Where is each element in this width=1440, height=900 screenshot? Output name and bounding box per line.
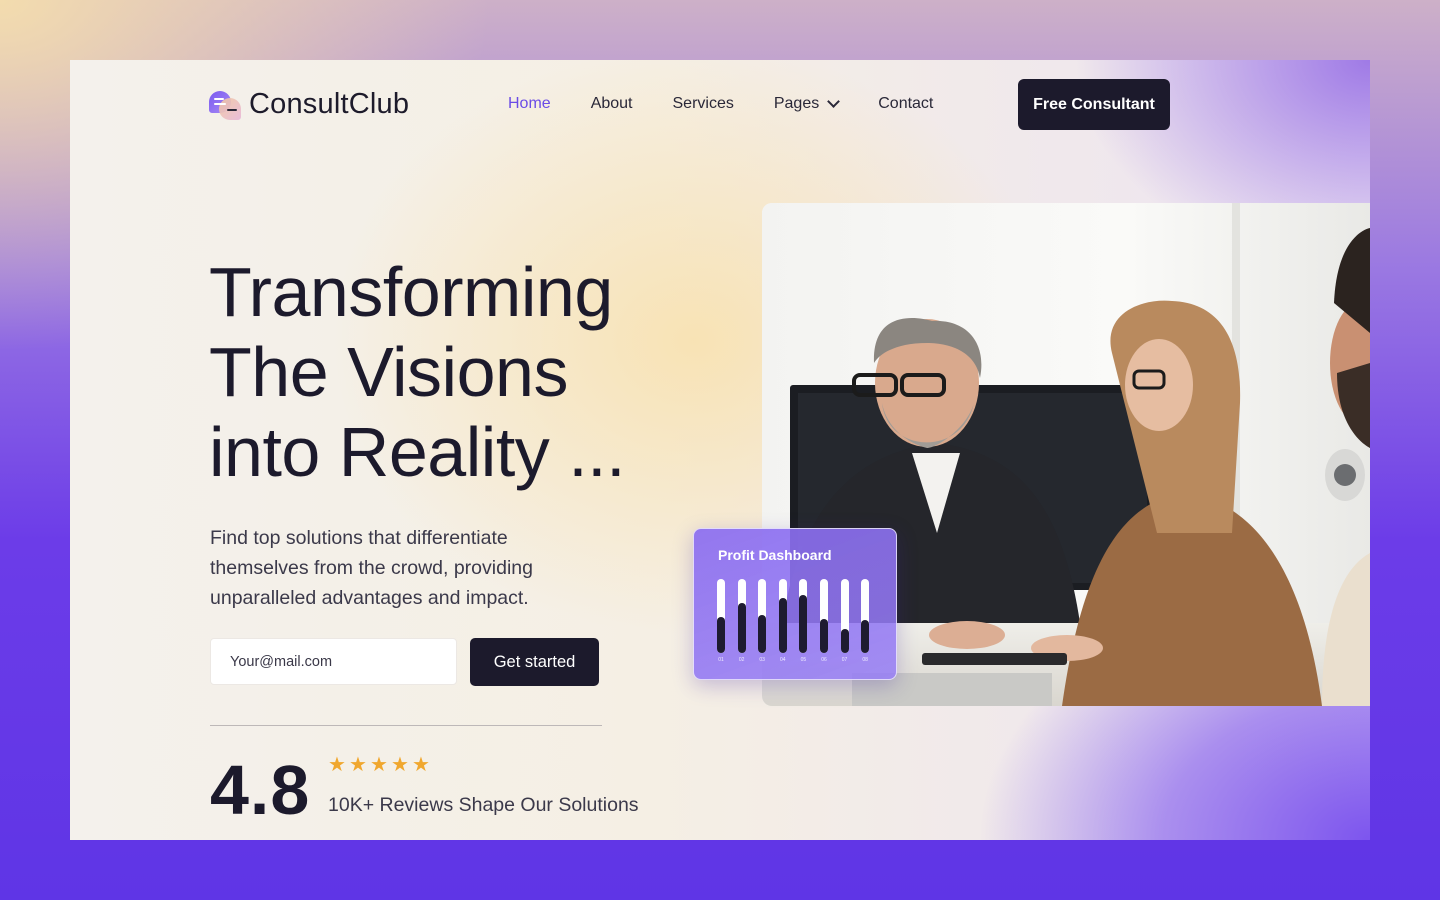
rating-value: 4.8 bbox=[210, 751, 311, 829]
free-consultant-button[interactable]: Free Consultant bbox=[1018, 79, 1170, 130]
dashboard-bar: 04 bbox=[778, 579, 787, 663]
star-icon: ★ bbox=[349, 752, 367, 776]
headline-line-3: into Reality ... bbox=[209, 413, 626, 491]
star-icon: ★ bbox=[370, 752, 388, 776]
nav-pages[interactable]: Pages bbox=[773, 95, 841, 113]
dashboard-bar-label: 07 bbox=[841, 657, 848, 663]
get-started-button[interactable]: Get started bbox=[470, 638, 599, 686]
nav-contact[interactable]: Contact bbox=[878, 95, 933, 113]
dashboard-bar-label: 06 bbox=[821, 657, 827, 663]
dashboard-bar: 08 bbox=[861, 579, 870, 663]
headline-line-2: The Visions bbox=[209, 333, 568, 411]
dashboard-bar-fill bbox=[840, 629, 849, 653]
star-icon: ★ bbox=[391, 752, 409, 776]
dashboard-bar-label: 01 bbox=[718, 657, 724, 663]
nav-services[interactable]: Services bbox=[673, 95, 734, 113]
brand-name: ConsultClub bbox=[249, 88, 410, 120]
dashboard-title: Profit Dashboard bbox=[718, 547, 832, 563]
divider bbox=[210, 725, 602, 726]
dashboard-bar-fill bbox=[758, 615, 767, 653]
email-input[interactable] bbox=[210, 638, 457, 685]
logo[interactable]: ConsultClub bbox=[209, 88, 409, 121]
star-icon: ★ bbox=[328, 752, 346, 776]
dashboard-bar-label: 03 bbox=[759, 657, 765, 663]
chevron-down-icon bbox=[827, 95, 841, 108]
dashboard-bar: 07 bbox=[840, 579, 849, 663]
nav-home[interactable]: Home bbox=[508, 95, 551, 113]
dashboard-bar-label: 08 bbox=[862, 657, 868, 663]
dashboard-bar: 03 bbox=[758, 579, 767, 663]
hero-headline: Transforming The Visions into Reality ..… bbox=[209, 252, 626, 492]
dashboard-bar: 02 bbox=[737, 579, 746, 663]
dashboard-bar-fill bbox=[819, 619, 828, 653]
page-frame: ConsultClub Home About Services Pages Co… bbox=[70, 60, 1370, 840]
nav-about[interactable]: About bbox=[591, 95, 633, 113]
dashboard-bar-fill bbox=[737, 603, 746, 653]
dashboard-bar: 01 bbox=[717, 579, 725, 663]
nav-pages-label: Pages bbox=[773, 95, 820, 112]
profit-dashboard-card: Profit Dashboard 01 02 03 04 05 06 07 08 bbox=[693, 528, 897, 680]
dashboard-bars: 01 02 03 04 05 06 07 08 bbox=[717, 579, 870, 663]
dashboard-bar-fill bbox=[717, 617, 725, 653]
star-icon: ★ bbox=[412, 752, 430, 776]
hero-subtitle: Find top solutions that differentiate th… bbox=[210, 527, 533, 609]
logo-bubbles-icon bbox=[209, 89, 243, 121]
dashboard-bar-fill bbox=[799, 595, 808, 653]
headline-line-1: Transforming bbox=[209, 253, 613, 331]
dashboard-bar: 05 bbox=[799, 579, 808, 663]
dashboard-bar-label: 04 bbox=[780, 657, 786, 663]
rating-stars: ★ ★ ★ ★ ★ bbox=[328, 752, 430, 776]
dashboard-bar-label: 05 bbox=[800, 657, 807, 663]
main-nav: Home About Services Pages Contact bbox=[508, 95, 973, 113]
dashboard-bar: 06 bbox=[819, 579, 828, 663]
dashboard-bar-fill bbox=[778, 598, 787, 653]
reviews-caption: 10K+ Reviews Shape Our Solutions bbox=[328, 794, 639, 816]
dashboard-bar-label: 02 bbox=[738, 657, 745, 663]
dashboard-bar-fill bbox=[861, 620, 870, 653]
